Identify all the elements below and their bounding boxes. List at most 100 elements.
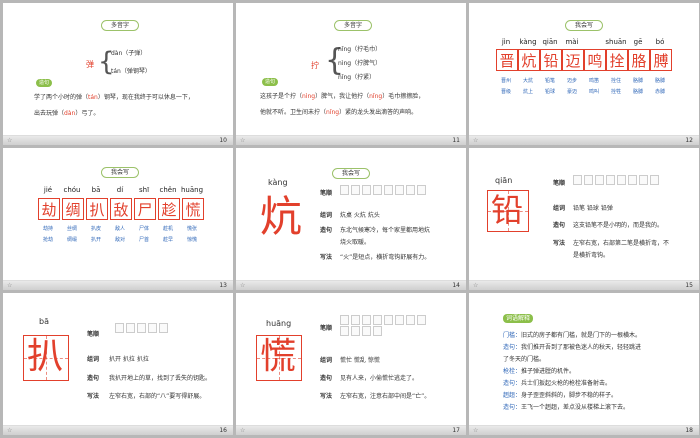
label-writing: 写法 (320, 254, 333, 261)
pinyin: bā (91, 186, 101, 194)
slide-11[interactable]: 多音字 拧 { nǐng（拧毛巾） nìng（拧脾气） nǐng（拧紧） 造句 … (236, 3, 466, 145)
word: 铅球 (544, 89, 555, 95)
char-box: 鸣 (584, 49, 606, 71)
stroke-order-row-2 (340, 326, 382, 336)
stroke-order (573, 175, 659, 185)
char-box: 绸 (62, 198, 84, 220)
reading-2: tán（弹钢琴） (111, 68, 151, 75)
sentence-line-2: 他就不听。卫生间未拧（nǐng）紧的龙头发出滴答的声响。 (260, 109, 418, 116)
words: 铅笔 铅球 铅弹 (573, 205, 613, 212)
sentence-line-2: 出去玩弹（dàn）弓了。 (34, 110, 100, 117)
slide-10[interactable]: 多音字 弹 { dàn（子弹） tán（弹钢琴） 造句 学了两个小时的弹（tán… (3, 3, 233, 145)
slide-footer (469, 280, 699, 290)
explain-line: 门槛：旧式的房子都有门槛，就是门下的一根横木。 (503, 332, 642, 339)
star-icon: ☆ (473, 282, 479, 289)
label-sentence: 造句 (553, 222, 566, 229)
char-box: 慌 (182, 198, 204, 220)
word: 拴住 (610, 78, 621, 84)
pinyin: jìn (501, 38, 511, 46)
char-box: 扒 (86, 198, 108, 220)
word: 晋级 (500, 89, 511, 95)
writing-1: 左窄右宽，右部第二笔是横折弯，不 (573, 240, 670, 247)
slide-footer (3, 425, 233, 435)
pinyin: bó (655, 38, 665, 46)
word: 尸首 (138, 237, 149, 243)
word: 赤膊 (654, 89, 665, 95)
slide-number: 11 (452, 137, 460, 144)
char-box: 劫 (38, 198, 60, 220)
word: 迈步 (566, 78, 577, 84)
slide-footer (3, 135, 233, 145)
pinyin: jié (43, 186, 53, 194)
label-words: 组词 (320, 212, 333, 219)
char-box: 铅 (540, 49, 562, 71)
explain-line: 造句：兵士们扳起火枪的枪栓准备射击。 (503, 380, 612, 387)
star-icon: ☆ (7, 282, 13, 289)
pinyin: qiān (495, 176, 513, 185)
slide-17[interactable]: huāng 慌 笔顺 组词 慌忙 慌乱 惊慌 造句 见有人来，小偷慌忙逃走了。 … (236, 293, 466, 435)
slide-12[interactable]: 我会写 jìn kàng qiān mài shuān gē bó 晋 炕 铅 … (469, 3, 699, 145)
word: 尸体 (138, 226, 149, 232)
sentence-tag: 造句 (262, 78, 279, 86)
sentence-line-1: 这孩子是个拧（nìng）脾气，我让他拧（nǐng）毛巾擦擦脸， (260, 93, 425, 100)
word: 豪迈 (566, 89, 577, 95)
label-words: 组词 (553, 205, 566, 212)
word: 炕上 (522, 89, 533, 95)
slide-18[interactable]: 词语解释 门槛：旧式的房子都有门槛，就是门下的一根横木。 造句：我们推开吾到了那… (469, 293, 699, 435)
slide-13[interactable]: 我会写 jié chóu bā dí shī chěn huāng 劫 绸 扒 … (3, 148, 233, 290)
slide-title: 多音字 (101, 20, 139, 31)
word: 丝绸 (66, 226, 77, 232)
big-char: 慌 (259, 336, 296, 377)
pinyin: chóu (63, 186, 81, 194)
words: 慌忙 慌乱 惊慌 (340, 357, 380, 364)
word: 胳膊 (654, 78, 665, 84)
slide-number: 14 (452, 282, 460, 289)
explain-line: 造句：王飞一个趔趄，差点没从楼梯上滚下去。 (503, 404, 630, 411)
word: 扒皮 (90, 226, 101, 232)
label-sentence: 造句 (320, 375, 333, 382)
word: 趁机 (162, 226, 173, 232)
slide-14[interactable]: 我会写 kàng 炕 笔顺 组词 炕桌 火炕 炕头 造句 东北气候寒冷，每个家里… (236, 148, 466, 290)
slide-footer (236, 280, 466, 290)
pinyin: chěn (159, 186, 177, 194)
sentence-2: 烧火取暖。 (340, 239, 371, 246)
explain-line: 趔趄：身子歪歪斜斜的，脚步不稳的样子。 (503, 392, 618, 399)
slide-16[interactable]: bā 扒 笔顺 组词 扒开 扒拉 扒拉 造句 我扒开地上的草，找到了丢失的钥匙。… (3, 293, 233, 435)
char-box: 迈 (562, 49, 584, 71)
slide-number: 17 (452, 427, 460, 434)
word: 惊慌 (186, 237, 197, 243)
slide-footer (236, 425, 466, 435)
stroke-order (340, 315, 426, 325)
word: 趁早 (162, 237, 173, 243)
char-box: 拴 (606, 49, 628, 71)
explain-line: 了冬天的门槛。 (503, 356, 546, 363)
slide-title: 词语解释 (503, 314, 534, 323)
pinyin: shuān (605, 38, 627, 46)
label-strokes: 笔顺 (553, 180, 566, 187)
char-box: 胳 (628, 49, 650, 71)
slide-15[interactable]: qiān 铅 笔顺 组词 铅笔 铅球 铅弹 造句 这支铅笔不是小明的，而是我的。… (469, 148, 699, 290)
explain-line: 造句：我们推开吾到了那被色迷人的秋天，轻轻跳进 (503, 344, 642, 351)
star-icon: ☆ (473, 427, 479, 434)
sentence: 我扒开地上的草，找到了丢失的钥匙。 (109, 375, 212, 382)
star-icon: ☆ (7, 137, 13, 144)
word: 大炕 (522, 78, 533, 84)
words: 扒开 扒拉 扒拉 (109, 356, 149, 363)
slide-number: 15 (685, 282, 693, 289)
sentence-line-1: 学了两个小时的弹（tán）钢琴，现在我终于可以休息一下， (34, 94, 194, 101)
words: 炕桌 火炕 炕头 (340, 212, 380, 219)
char-box: 尸 (134, 198, 156, 220)
char-box: 炕 (518, 49, 540, 71)
word: 铅笔 (544, 78, 555, 84)
word: 慌张 (186, 226, 197, 232)
polyphonic-char: 拧 (311, 61, 319, 70)
pinyin: shī (138, 186, 150, 194)
reading-1: nǐng（拧毛巾） (338, 46, 382, 53)
pinyin: bā (39, 317, 49, 326)
slide-number: 13 (219, 282, 227, 289)
explain-line: 枪栓：推子弹进膛的机件。 (503, 368, 576, 375)
writing: 左窄右宽，右部的“八”要写得舒展。 (109, 393, 206, 400)
word: 胳膊 (632, 78, 643, 84)
sentence: 见有人来，小偷慌忙逃走了。 (340, 375, 419, 382)
label-strokes: 笔顺 (320, 190, 333, 197)
